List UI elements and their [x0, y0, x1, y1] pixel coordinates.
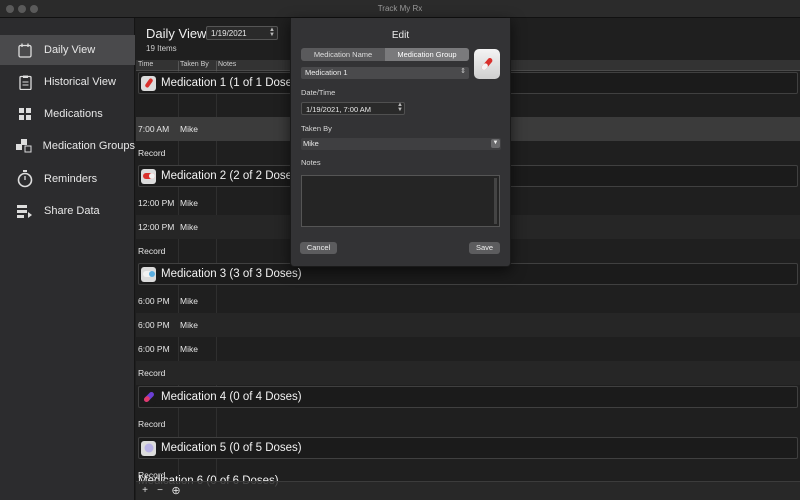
- sidebar-item-medications[interactable]: Medications: [0, 99, 135, 129]
- capsule-blue-icon: [141, 266, 156, 282]
- grid-icon: [16, 105, 34, 123]
- segment-medication-name[interactable]: Medication Name: [301, 48, 385, 61]
- datetime-value: 1/19/2021, 7:00 AM: [306, 105, 372, 114]
- medication-select[interactable]: Medication 1 ⇕: [301, 67, 469, 79]
- sidebar-item-reminders[interactable]: Reminders: [0, 164, 135, 194]
- dose-time: 6:00 PM: [138, 344, 170, 354]
- sidebar-item-label: Daily View: [44, 44, 96, 56]
- taken-by-combobox[interactable]: Mike ▼: [301, 138, 501, 150]
- dose-taken-by: Mike: [180, 344, 198, 354]
- taken-by-value: Mike: [303, 139, 319, 148]
- notes-label: Notes: [301, 158, 321, 167]
- stack-icon: [16, 137, 33, 155]
- calendar-icon: [16, 41, 34, 59]
- sidebar-item-daily-view[interactable]: Daily View: [0, 35, 135, 65]
- sidebar-item-label: Share Data: [44, 205, 100, 217]
- stopwatch-icon: [16, 170, 34, 188]
- datetime-stepper[interactable]: ▲ ▼: [397, 102, 403, 113]
- page-title: Daily View: [146, 26, 207, 41]
- share-icon: [16, 202, 34, 220]
- datetime-picker[interactable]: 1/19/2021, 7:00 AM ▲ ▼: [301, 102, 405, 115]
- column-header-notes[interactable]: Notes: [218, 61, 236, 68]
- segment-medication-group[interactable]: Medication Group: [385, 48, 469, 61]
- sidebar-item-label: Reminders: [44, 173, 98, 185]
- sidebar: Daily View Historical View Medications M…: [0, 18, 135, 500]
- sidebar-item-label: Historical View: [44, 76, 116, 88]
- save-button[interactable]: Save: [469, 242, 500, 254]
- column-header-taken-by[interactable]: Taken By: [180, 61, 209, 68]
- notes-scrollbar[interactable]: [494, 178, 497, 224]
- edit-sheet: Edit Medication Name Medication Group Me…: [290, 18, 511, 267]
- medication-group-name: Medication 1 (1 of 1 Doses): [161, 77, 302, 89]
- table-row[interactable]: 6:00 PM Mike: [136, 313, 800, 337]
- dose-taken-by: Mike: [180, 320, 198, 330]
- bottom-toolbar: + − ⊕: [136, 481, 800, 500]
- tablet-lavender-icon: [141, 440, 156, 456]
- date-picker[interactable]: 1/19/2021 ▲ ▼: [206, 26, 278, 40]
- title-bar: Track My Rx: [0, 0, 800, 18]
- record-row[interactable]: Record: [136, 361, 800, 385]
- medication-group-name: Medication 4 (0 of 4 Doses): [161, 391, 302, 403]
- item-count: 19 Items: [146, 44, 177, 53]
- dose-time: 6:00 PM: [138, 320, 170, 330]
- table-row[interactable]: 6:00 PM Mike: [136, 337, 800, 361]
- dose-time: 12:00 PM: [138, 198, 175, 208]
- notes-textarea[interactable]: [301, 175, 500, 227]
- sidebar-item-label: Medications: [44, 108, 103, 120]
- dose-taken-by: Mike: [180, 124, 198, 134]
- sidebar-item-label: Medication Groups: [42, 140, 135, 152]
- date-value: 1/19/2021: [211, 29, 247, 38]
- record-label: Record: [138, 419, 166, 429]
- medication-select-value: Medication 1: [305, 68, 348, 77]
- medication-group-name: Medication 2 (2 of 2 Doses): [161, 170, 302, 182]
- table-row[interactable]: 6:00 PM Mike: [136, 289, 800, 313]
- date-stepper[interactable]: ▲ ▼: [268, 27, 276, 38]
- datetime-label: Date/Time: [301, 88, 336, 97]
- segmented-control[interactable]: Medication Name Medication Group: [301, 48, 469, 61]
- dose-time: 12:00 PM: [138, 222, 175, 232]
- dose-time: 7:00 AM: [138, 124, 170, 134]
- taken-by-label: Taken By: [301, 124, 332, 133]
- sidebar-item-medication-groups[interactable]: Medication Groups: [0, 131, 135, 161]
- medication-image-icon[interactable]: [474, 49, 500, 79]
- record-label: Record: [138, 368, 166, 378]
- column-header-time[interactable]: Time: [138, 61, 153, 68]
- record-label: Record: [138, 246, 166, 256]
- dose-time: 6:00 PM: [138, 296, 170, 306]
- dose-taken-by: Mike: [180, 198, 198, 208]
- capsule-red-icon: [141, 168, 156, 184]
- dose-taken-by: Mike: [180, 222, 198, 232]
- medication-group-name: Medication 3 (3 of 3 Doses): [161, 268, 302, 280]
- sidebar-item-share-data[interactable]: Share Data: [0, 196, 135, 226]
- record-label: Record: [138, 148, 166, 158]
- cancel-button[interactable]: Cancel: [300, 242, 337, 254]
- capsule-purple-icon: [141, 389, 156, 405]
- medication-group-name: Medication 5 (0 of 5 Doses): [161, 442, 302, 454]
- record-row[interactable]: Record: [136, 412, 800, 436]
- chevron-updown-icon: ⇕: [460, 68, 466, 75]
- window-title: Track My Rx: [377, 4, 423, 13]
- sidebar-item-historical-view[interactable]: Historical View: [0, 67, 135, 97]
- chevron-down-icon[interactable]: ▼: [491, 139, 500, 148]
- remove-button[interactable]: −: [153, 485, 167, 497]
- medication-group-header[interactable]: Medication 5 (0 of 5 Doses): [138, 437, 798, 459]
- sheet-title: Edit: [391, 30, 410, 41]
- action-button[interactable]: ⊕: [169, 485, 183, 497]
- clipboard-icon: [16, 73, 34, 91]
- dose-taken-by: Mike: [180, 296, 198, 306]
- add-button[interactable]: +: [138, 485, 152, 497]
- pill-red-icon: [141, 75, 156, 91]
- medication-group-header[interactable]: Medication 4 (0 of 4 Doses): [138, 386, 798, 408]
